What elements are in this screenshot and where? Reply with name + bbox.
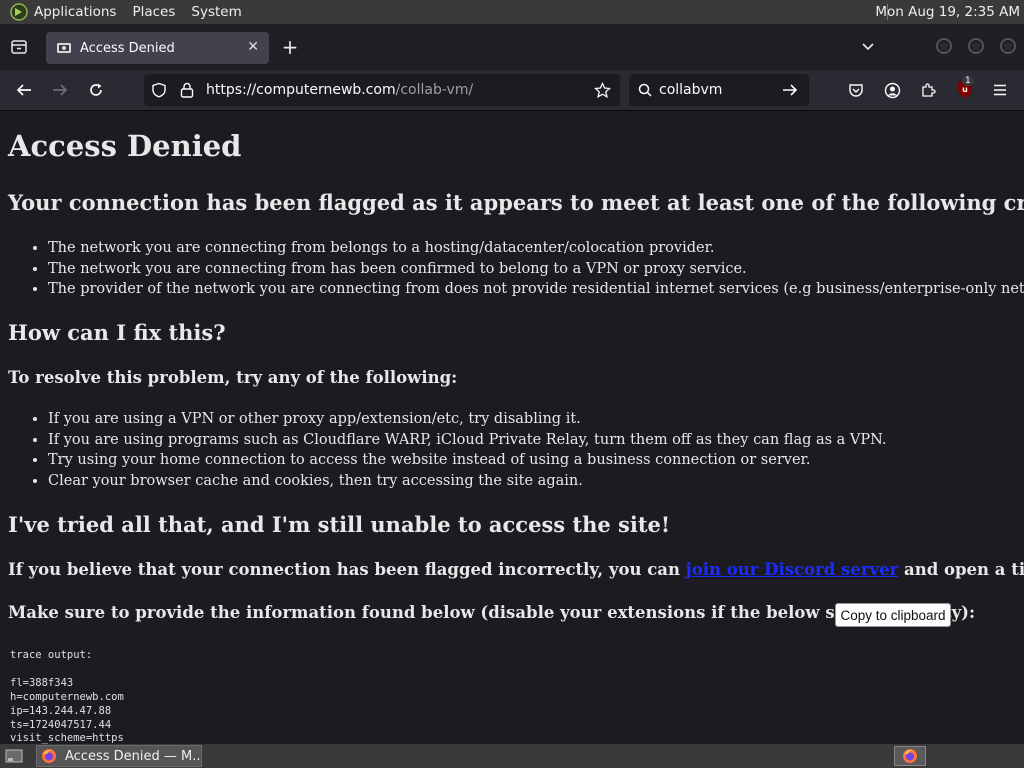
- trace-line: ip=143.244.47.88: [10, 704, 112, 717]
- nav-bar: https://computernewb.com/collab-vm/ coll…: [0, 70, 1024, 111]
- taskbar-task-label: Access Denied — M...: [65, 748, 202, 764]
- page-title: Access Denied: [8, 129, 242, 163]
- still-unable-heading: I've tried all that, and I'm still unabl…: [8, 512, 671, 537]
- bottom-taskbar: Access Denied — M...: [0, 744, 1024, 768]
- info-paragraph: Make sure to provide the information fou…: [8, 603, 976, 622]
- svg-text:u: u: [962, 85, 968, 94]
- tab-bar: Access Denied ✕ +: [0, 24, 1024, 70]
- firefox-icon: [42, 749, 56, 763]
- list-item: If you are using programs such as Cloudf…: [48, 430, 887, 451]
- trace-line: h=computernewb.com: [10, 690, 124, 703]
- top-panel: Applications Places System Mon Aug 19, 2…: [0, 0, 1024, 24]
- extensions-puzzle-icon[interactable]: [918, 80, 938, 100]
- list-item: If you are using a VPN or other proxy ap…: [48, 409, 887, 430]
- tab-access-denied[interactable]: Access Denied ✕: [46, 32, 269, 64]
- list-item: Try using your home connection to access…: [48, 450, 887, 471]
- taskbar-task-firefox[interactable]: Access Denied — M...: [36, 745, 202, 767]
- url-bar[interactable]: https://computernewb.com/collab-vm/: [144, 74, 620, 106]
- resolve-subheading: To resolve this problem, try any of the …: [8, 368, 458, 387]
- lock-icon[interactable]: [178, 81, 196, 99]
- bookmark-star-icon[interactable]: [592, 81, 612, 99]
- distro-logo-icon[interactable]: [10, 3, 28, 21]
- show-desktop-icon[interactable]: [4, 747, 24, 765]
- maximize-button[interactable]: [968, 38, 984, 54]
- list-item: Clear your browser cache and cookies, th…: [48, 471, 887, 492]
- trace-line: trace output:: [10, 649, 93, 661]
- list-item: The network you are connecting from has …: [48, 259, 1024, 280]
- flagged-suffix: and open a ticket.: [904, 560, 1024, 579]
- account-icon[interactable]: [882, 80, 902, 100]
- url-path: /collab-vm/: [395, 82, 474, 98]
- minimize-button[interactable]: [936, 38, 952, 54]
- workspace-switcher[interactable]: [894, 746, 926, 766]
- panel-clock[interactable]: Mon Aug 19, 2:35 AM: [875, 4, 1020, 20]
- criteria-list: The network you are connecting from belo…: [48, 238, 1024, 300]
- forward-arrow-icon[interactable]: [48, 79, 72, 101]
- chevron-down-icon[interactable]: [858, 36, 878, 58]
- pocket-icon[interactable]: [846, 80, 866, 100]
- trace-line: fl=388f343: [10, 676, 74, 689]
- menu-applications[interactable]: Applications: [34, 4, 116, 20]
- url-host: https://computernewb.com: [206, 82, 396, 98]
- discord-link[interactable]: join our Discord server: [686, 560, 899, 579]
- close-window-button[interactable]: [1000, 38, 1016, 54]
- shield-icon[interactable]: [150, 81, 168, 99]
- firefox-workspace-icon: [903, 749, 917, 763]
- fixes-list: If you are using a VPN or other proxy ap…: [48, 409, 887, 492]
- search-bar[interactable]: collabvm: [629, 74, 809, 106]
- copy-to-clipboard-button[interactable]: Copy to clipboard: [835, 603, 951, 627]
- tab-title: Access Denied: [80, 40, 175, 56]
- list-item: The provider of the network you are conn…: [48, 279, 1024, 300]
- menu-places[interactable]: Places: [132, 4, 175, 20]
- flagged-prefix: If you believe that your connection has …: [8, 560, 680, 579]
- search-input-value[interactable]: collabvm: [659, 82, 722, 98]
- search-icon: [637, 82, 653, 98]
- tab-list-icon[interactable]: [8, 36, 30, 58]
- new-tab-icon[interactable]: +: [279, 35, 301, 59]
- criteria-heading: Your connection has been flagged as it a…: [8, 190, 1024, 215]
- flagged-paragraph: If you believe that your connection has …: [8, 560, 1024, 579]
- extension-badge: 1: [962, 76, 974, 86]
- page-favicon-icon: [57, 43, 71, 53]
- hamburger-menu-icon[interactable]: [990, 80, 1010, 100]
- reload-icon[interactable]: [84, 79, 108, 101]
- url-text: https://computernewb.com/collab-vm/: [206, 82, 473, 98]
- menu-system[interactable]: System: [191, 4, 241, 20]
- trace-line: ts=1724047517.44: [10, 718, 112, 731]
- list-item: The network you are connecting from belo…: [48, 238, 1024, 259]
- trace-line: visit_scheme=https: [10, 732, 124, 744]
- search-go-arrow-icon[interactable]: [781, 82, 799, 98]
- trace-line: ​: [10, 663, 124, 677]
- trace-output: trace output: ​fl=388f343h=computernewb.c…: [10, 649, 124, 744]
- tab-close-icon[interactable]: ✕: [247, 39, 259, 55]
- page-content: Access Denied Your connection has been f…: [0, 112, 1024, 744]
- back-arrow-icon[interactable]: [12, 79, 36, 101]
- fix-heading: How can I fix this?: [8, 320, 226, 345]
